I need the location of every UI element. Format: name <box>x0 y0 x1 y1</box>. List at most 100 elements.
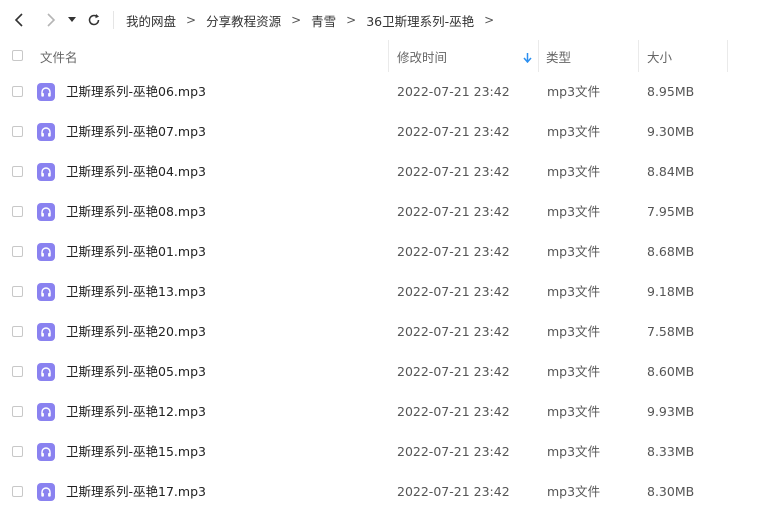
breadcrumb-separator: > <box>186 13 197 27</box>
file-modified-time: 2022-07-21 23:42 <box>397 244 510 259</box>
file-modified-time: 2022-07-21 23:42 <box>397 124 510 139</box>
row-checkbox[interactable] <box>12 326 23 337</box>
file-row[interactable]: 卫斯理系列-巫艳08.mp3 2022-07-21 23:42 mp3文件 7.95M… <box>0 192 782 232</box>
file-name[interactable]: 卫斯理系列-巫艳01.mp3 <box>66 232 206 272</box>
column-divider[interactable] <box>538 40 539 72</box>
file-type: mp3文件 <box>547 364 601 379</box>
headphones-icon <box>37 403 55 421</box>
refresh-icon <box>87 13 101 27</box>
breadcrumb-item[interactable]: 分享教程资源 <box>206 11 281 30</box>
row-checkbox[interactable] <box>12 286 23 297</box>
breadcrumb-item[interactable]: 青雪 <box>311 11 336 30</box>
file-modified-time: 2022-07-21 23:42 <box>397 484 510 499</box>
row-checkbox[interactable] <box>12 486 23 497</box>
select-all-checkbox[interactable] <box>12 50 23 61</box>
row-checkbox[interactable] <box>12 246 23 257</box>
file-type: mp3文件 <box>547 204 601 219</box>
file-name[interactable]: 卫斯理系列-巫艳05.mp3 <box>66 352 206 392</box>
column-header-modified-label: 修改时间 <box>397 49 448 65</box>
headphones-icon <box>37 443 55 461</box>
file-modified-time: 2022-07-21 23:42 <box>397 324 510 339</box>
column-divider[interactable] <box>388 40 389 72</box>
file-row[interactable]: 卫斯理系列-巫艳13.mp3 2022-07-21 23:42 mp3文件 9.18M… <box>0 272 782 312</box>
column-header-size[interactable]: 大小 <box>647 40 672 72</box>
row-checkbox[interactable] <box>12 86 23 97</box>
file-name[interactable]: 卫斯理系列-巫艳04.mp3 <box>66 152 206 192</box>
file-modified-time: 2022-07-21 23:42 <box>397 204 510 219</box>
row-checkbox[interactable] <box>12 366 23 377</box>
file-row[interactable]: 卫斯理系列-巫艳12.mp3 2022-07-21 23:42 mp3文件 9.93M… <box>0 392 782 432</box>
file-row[interactable]: 卫斯理系列-巫艳05.mp3 2022-07-21 23:42 mp3文件 8.60M… <box>0 352 782 392</box>
file-size: 8.60MB <box>647 364 695 379</box>
file-modified-time: 2022-07-21 23:42 <box>397 284 510 299</box>
toolbar: 我的网盘 > 分享教程资源 > 青雪 > 36卫斯理系列-巫艳 > <box>0 0 782 40</box>
headphones-icon <box>37 163 55 181</box>
file-name[interactable]: 卫斯理系列-巫艳17.mp3 <box>66 472 206 512</box>
file-size: 9.18MB <box>647 284 695 299</box>
file-row[interactable]: 卫斯理系列-巫艳20.mp3 2022-07-21 23:42 mp3文件 7.58M… <box>0 312 782 352</box>
file-size: 8.84MB <box>647 164 695 179</box>
file-type: mp3文件 <box>547 84 601 99</box>
file-name[interactable]: 卫斯理系列-巫艳06.mp3 <box>66 72 206 112</box>
file-type: mp3文件 <box>547 124 601 139</box>
row-checkbox[interactable] <box>12 166 23 177</box>
file-row[interactable]: 卫斯理系列-巫艳07.mp3 2022-07-21 23:42 mp3文件 9.30M… <box>0 112 782 152</box>
file-name[interactable]: 卫斯理系列-巫艳12.mp3 <box>66 392 206 432</box>
file-modified-time: 2022-07-21 23:42 <box>397 84 510 99</box>
breadcrumb: 我的网盘 > 分享教程资源 > 青雪 > 36卫斯理系列-巫艳 > <box>126 0 504 40</box>
headphones-icon <box>37 203 55 221</box>
file-row[interactable]: 卫斯理系列-巫艳01.mp3 2022-07-21 23:42 mp3文件 8.68M… <box>0 232 782 272</box>
file-type: mp3文件 <box>547 324 601 339</box>
headphones-icon <box>37 123 55 141</box>
file-name[interactable]: 卫斯理系列-巫艳07.mp3 <box>66 112 206 152</box>
file-size: 8.30MB <box>647 484 695 499</box>
file-list-header: 文件名 修改时间 类型 大小 <box>0 40 782 72</box>
file-name[interactable]: 卫斯理系列-巫艳08.mp3 <box>66 192 206 232</box>
breadcrumb-separator: > <box>484 13 495 27</box>
arrow-down-icon <box>523 51 532 66</box>
breadcrumb-item[interactable]: 我的网盘 <box>126 11 176 30</box>
file-type: mp3文件 <box>547 244 601 259</box>
history-dropdown-button[interactable] <box>64 10 80 30</box>
row-checkbox[interactable] <box>12 206 23 217</box>
file-name[interactable]: 卫斯理系列-巫艳13.mp3 <box>66 272 206 312</box>
file-type: mp3文件 <box>547 284 601 299</box>
forward-button[interactable] <box>40 10 60 30</box>
file-size: 9.93MB <box>647 404 695 419</box>
file-type: mp3文件 <box>547 484 601 499</box>
file-size: 9.30MB <box>647 124 695 139</box>
file-size: 7.95MB <box>647 204 695 219</box>
file-modified-time: 2022-07-21 23:42 <box>397 164 510 179</box>
file-name[interactable]: 卫斯理系列-巫艳20.mp3 <box>66 312 206 352</box>
row-checkbox[interactable] <box>12 406 23 417</box>
file-type: mp3文件 <box>547 404 601 419</box>
file-row[interactable]: 卫斯理系列-巫艳06.mp3 2022-07-21 23:42 mp3文件 8.95M… <box>0 72 782 112</box>
breadcrumb-separator: > <box>291 13 302 27</box>
refresh-button[interactable] <box>84 10 104 30</box>
file-row[interactable]: 卫斯理系列-巫艳17.mp3 2022-07-21 23:42 mp3文件 8.30M… <box>0 472 782 512</box>
column-divider[interactable] <box>638 40 639 72</box>
row-checkbox[interactable] <box>12 446 23 457</box>
back-button[interactable] <box>10 10 30 30</box>
toolbar-divider <box>113 11 114 29</box>
breadcrumb-item-current[interactable]: 36卫斯理系列-巫艳 <box>366 11 474 30</box>
file-row[interactable]: 卫斯理系列-巫艳15.mp3 2022-07-21 23:42 mp3文件 8.33M… <box>0 432 782 472</box>
column-header-name[interactable]: 文件名 <box>40 40 78 72</box>
file-name[interactable]: 卫斯理系列-巫艳15.mp3 <box>66 432 206 472</box>
column-divider[interactable] <box>727 40 728 72</box>
column-header-type[interactable]: 类型 <box>546 40 571 72</box>
file-size: 8.95MB <box>647 84 695 99</box>
file-row[interactable]: 卫斯理系列-巫艳04.mp3 2022-07-21 23:42 mp3文件 8.84M… <box>0 152 782 192</box>
file-modified-time: 2022-07-21 23:42 <box>397 404 510 419</box>
headphones-icon <box>37 83 55 101</box>
chevron-left-icon <box>14 13 26 27</box>
row-checkbox[interactable] <box>12 126 23 137</box>
file-type: mp3文件 <box>547 444 601 459</box>
headphones-icon <box>37 243 55 261</box>
column-header-modified[interactable]: 修改时间 <box>397 40 537 72</box>
breadcrumb-separator: > <box>346 13 357 27</box>
headphones-icon <box>37 483 55 501</box>
headphones-icon <box>37 283 55 301</box>
headphones-icon <box>37 363 55 381</box>
file-size: 8.68MB <box>647 244 695 259</box>
